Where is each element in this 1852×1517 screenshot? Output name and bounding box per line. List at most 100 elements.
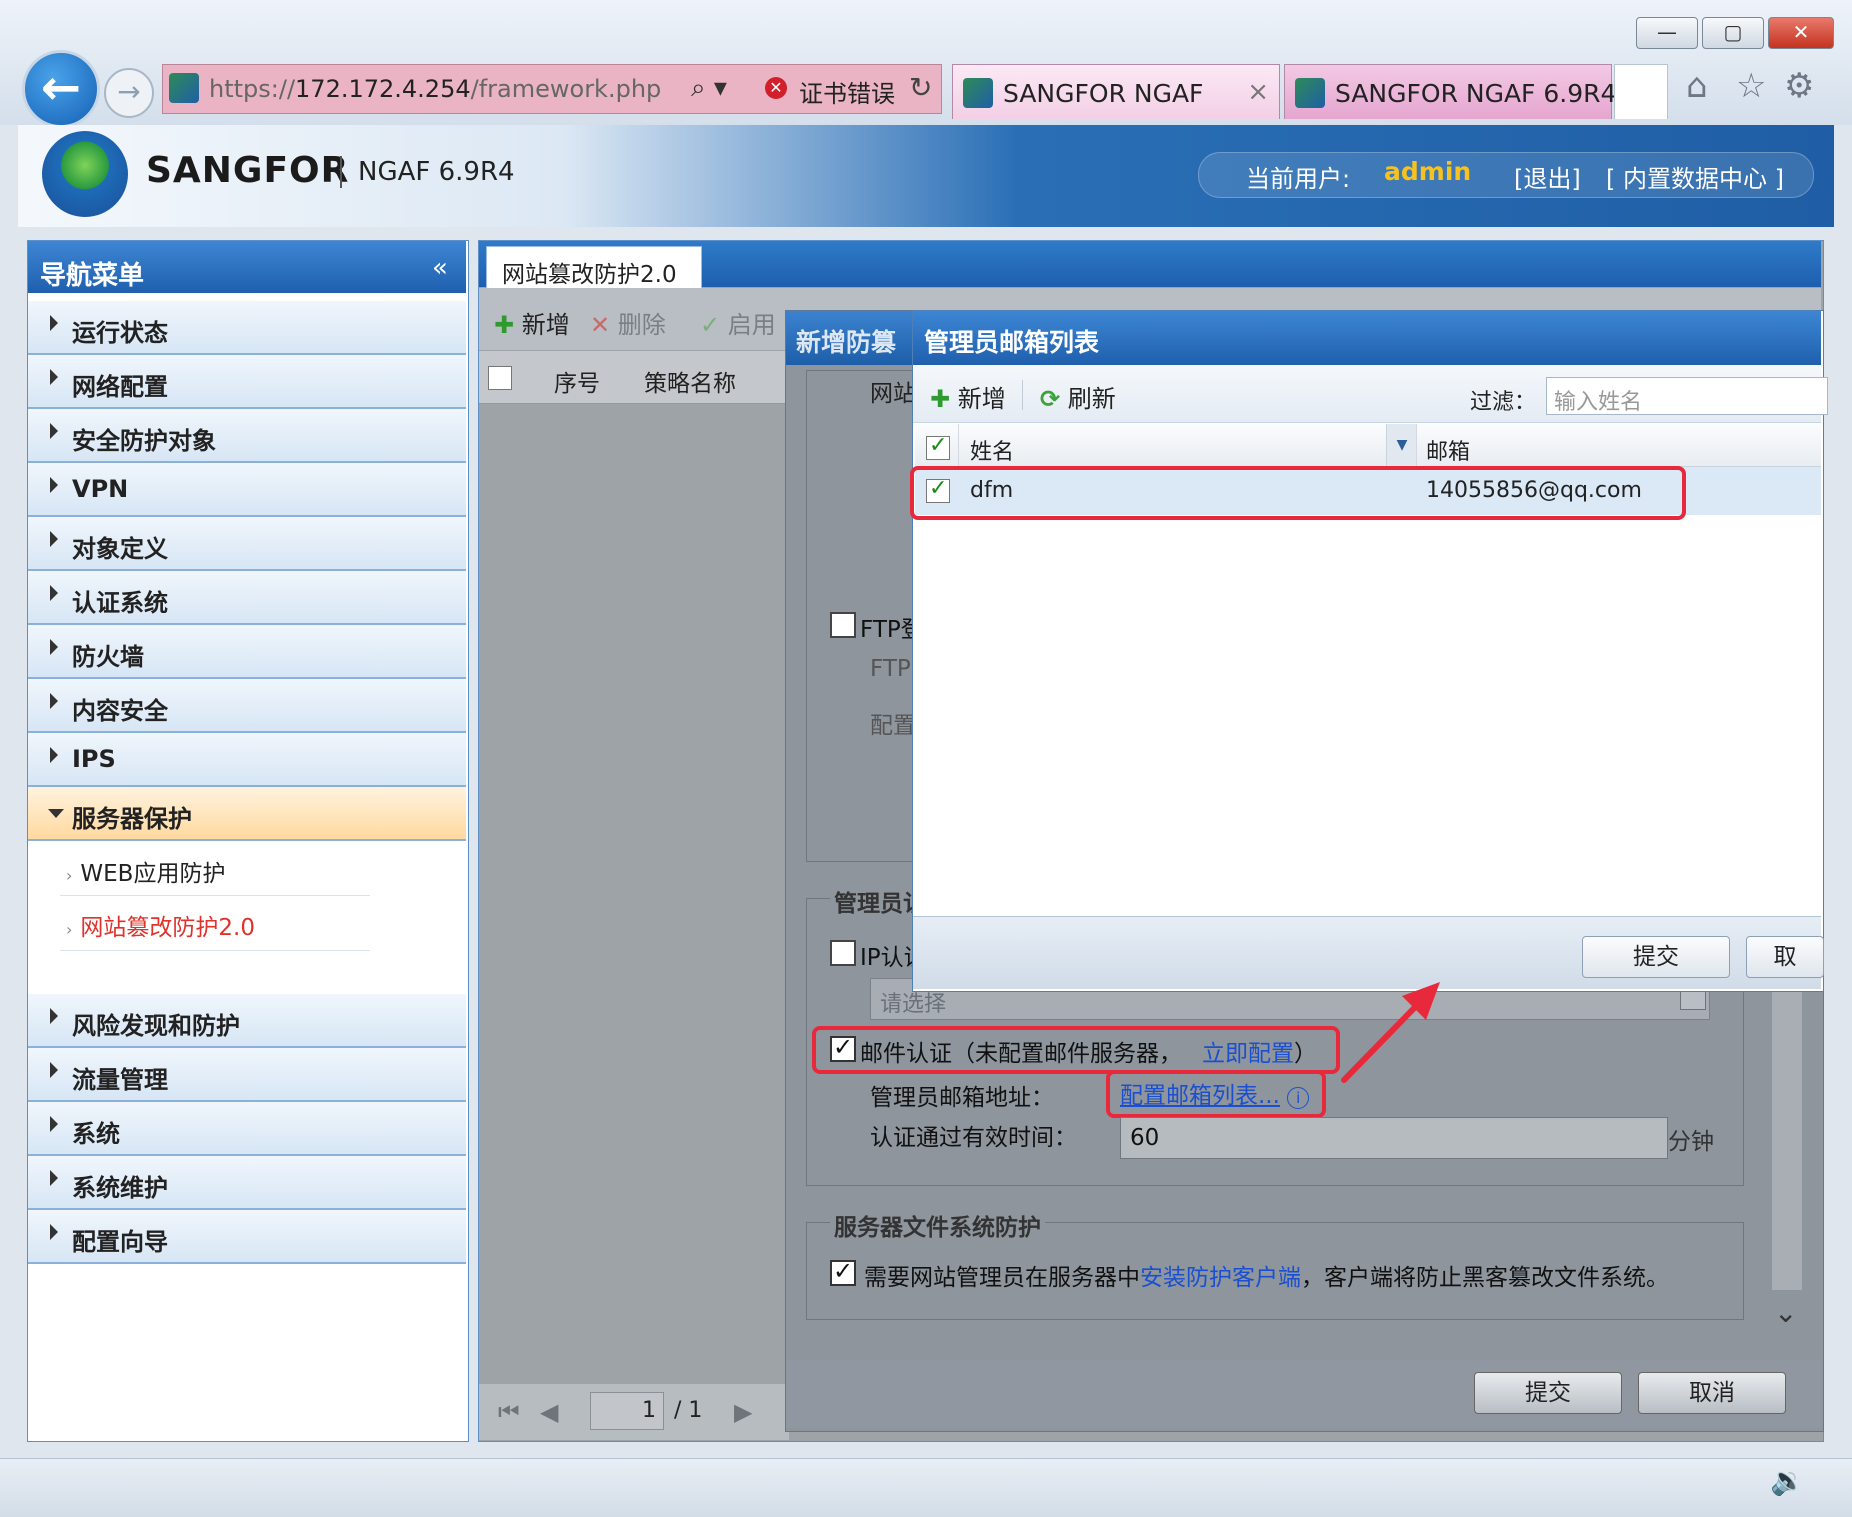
home-icon[interactable]: ⌂ (1686, 66, 1708, 106)
ip-auth-checkbox[interactable] (830, 940, 856, 966)
caret-right-icon (50, 369, 58, 385)
nav-item-status[interactable]: 运行状态 (28, 301, 466, 355)
next-page-icon[interactable]: ▶ (734, 1398, 752, 1426)
star-icon[interactable]: ☆ (1736, 66, 1766, 106)
add-mailbox-button[interactable]: ✚ 新增 (930, 379, 1006, 414)
caret-right-icon (50, 423, 58, 439)
nav-subitem-tamper-protection[interactable]: › 网站篡改防护2.0 (66, 908, 255, 942)
plus-icon: ✚ (494, 311, 515, 339)
toolbar-divider (1022, 380, 1023, 410)
button-label: 新增 (957, 385, 1006, 413)
nav-item-content-security[interactable]: 内容安全 (28, 679, 466, 733)
tab-close-icon[interactable]: × (1247, 77, 1269, 107)
column-email[interactable]: 邮箱 (1426, 434, 1470, 466)
add-policy-button[interactable]: ✚ 新增 (494, 305, 570, 340)
brand-name: SANGFOR (146, 150, 350, 191)
nav-item-protected-objects[interactable]: 安全防护对象 (28, 409, 466, 463)
nav-item-auth[interactable]: 认证系统 (28, 571, 466, 625)
nav-subitem-label: 网站篡改防护2.0 (80, 915, 255, 941)
button-label: 启用 (727, 311, 776, 339)
prev-page-icon[interactable]: ◀ (540, 1398, 558, 1426)
nav-item-label: 网络配置 (72, 373, 168, 401)
valid-time-input[interactable] (1120, 1117, 1668, 1159)
annotation-arrow-icon (1341, 982, 1440, 1083)
nav-item-objects[interactable]: 对象定义 (28, 517, 466, 571)
nav-item-network[interactable]: 网络配置 (28, 355, 466, 409)
submit-button[interactable]: 提交 (1582, 936, 1730, 978)
logout-link[interactable]: [退出] (1514, 159, 1581, 194)
column-divider (958, 424, 959, 466)
nav-item-maintenance[interactable]: 系统维护 (28, 1156, 466, 1210)
new-tab-button[interactable] (1614, 64, 1668, 119)
install-client-link[interactable]: 安装防护客户端 (1140, 1265, 1301, 1291)
cancel-button[interactable]: 取消 (1638, 1372, 1786, 1414)
first-page-icon[interactable]: ⏮ (498, 1398, 520, 1426)
scroll-down-icon[interactable]: ⌄ (1774, 1296, 1797, 1329)
datacenter-link[interactable]: [ 内置数据中心 ] (1606, 159, 1784, 194)
nav-item-label: 服务器保护 (72, 805, 192, 833)
nav-item-system[interactable]: 系统 (28, 1102, 466, 1156)
valid-time-label: 认证通过有效时间： (870, 1125, 1077, 1151)
nav-item-label: 对象定义 (72, 535, 168, 563)
nav-item-label: 认证系统 (72, 589, 168, 617)
enable-policy-button[interactable]: ✓ 启用 (700, 305, 776, 340)
tab-label[interactable]: SANGFOR NGAF 6.9R4 (1335, 79, 1616, 108)
caret-right-icon: › (66, 920, 73, 939)
column-menu-icon[interactable]: ▼ (1386, 424, 1417, 466)
nav-item-vpn[interactable]: VPN (28, 463, 466, 517)
tab-label: 网站篡改防护2.0 (502, 262, 677, 288)
column-seq[interactable]: 序号 (554, 364, 600, 398)
nav-item-ips[interactable]: IPS (28, 733, 466, 787)
address-bar[interactable]: https://172.172.4.254/framework.php ⌕ ▾ … (162, 64, 942, 114)
caret-right-icon (50, 585, 58, 601)
sangfor-logo (42, 131, 128, 217)
minimize-button[interactable]: — (1636, 17, 1698, 49)
collapse-nav-icon[interactable]: « (432, 253, 448, 283)
column-policy-name[interactable]: 策略名称 (644, 364, 736, 398)
cert-error-label[interactable]: 证书错误 (799, 74, 895, 109)
nav-title: 导航菜单 (40, 261, 145, 291)
select-all-checkbox[interactable] (488, 366, 512, 390)
ftp-checkbox[interactable] (830, 612, 856, 638)
nav-item-server-protection[interactable]: 服务器保护 (28, 787, 466, 841)
forward-button[interactable]: → (104, 68, 154, 118)
status-bar (0, 1458, 1852, 1517)
current-user-label: 当前用户: (1246, 165, 1351, 193)
back-button[interactable]: ← (22, 50, 100, 128)
url-text[interactable]: https://172.172.4.254/framework.php (209, 75, 661, 103)
caret-right-icon (50, 1062, 58, 1078)
dialog-scrollbar[interactable] (1772, 990, 1802, 1290)
select-all-checkbox[interactable] (926, 433, 950, 460)
browser-tab-2[interactable]: SANGFOR NGAF 6.9R4 (1284, 64, 1616, 119)
maximize-button[interactable]: ▢ (1702, 17, 1764, 49)
nav-item-label: 流量管理 (72, 1066, 168, 1094)
caret-right-icon (50, 639, 58, 655)
refresh-button[interactable]: ⟳ 刷新 (1040, 379, 1116, 414)
nav-item-traffic[interactable]: 流量管理 (28, 1048, 466, 1102)
page-total: / 1 (674, 1398, 703, 1423)
delete-policy-button[interactable]: ✕ 删除 (590, 305, 666, 340)
tab-label[interactable]: SANGFOR NGAF (1003, 79, 1203, 108)
nav-item-label: 安全防护对象 (72, 427, 216, 455)
browser-tab-1[interactable]: SANGFOR NGAF × (952, 64, 1280, 119)
nav-subitem-label: WEB应用防护 (80, 861, 226, 887)
nav-item-risk[interactable]: 风险发现和防护 (28, 994, 466, 1048)
column-name[interactable]: 姓名 (970, 434, 1014, 466)
nav-subitem-web-protection[interactable]: › WEB应用防护 (66, 854, 225, 888)
nav-item-wizard[interactable]: 配置向导 (28, 1210, 466, 1264)
close-window-button[interactable]: ✕ (1768, 17, 1834, 49)
submit-button[interactable]: 提交 (1474, 1372, 1622, 1414)
search-dropdown-icon[interactable]: ⌕ ▾ (691, 73, 727, 104)
cancel-button[interactable]: 取 (1746, 936, 1824, 978)
fs-protection-title: 服务器文件系统防护 (830, 1208, 1045, 1242)
brand-divider (340, 156, 342, 188)
nav-item-firewall[interactable]: 防火墙 (28, 625, 466, 679)
current-username: admin (1384, 157, 1472, 186)
refresh-icon[interactable]: ↻ (909, 71, 932, 104)
nav-item-label: 系统 (72, 1120, 120, 1148)
cert-error-icon[interactable]: ✕ (765, 77, 787, 99)
gear-icon[interactable]: ⚙ (1784, 66, 1814, 106)
speaker-icon[interactable]: 🔉 (1770, 1464, 1805, 1497)
fs-protection-checkbox[interactable] (830, 1257, 856, 1286)
dialog-title: 新增防篡 (796, 328, 897, 357)
